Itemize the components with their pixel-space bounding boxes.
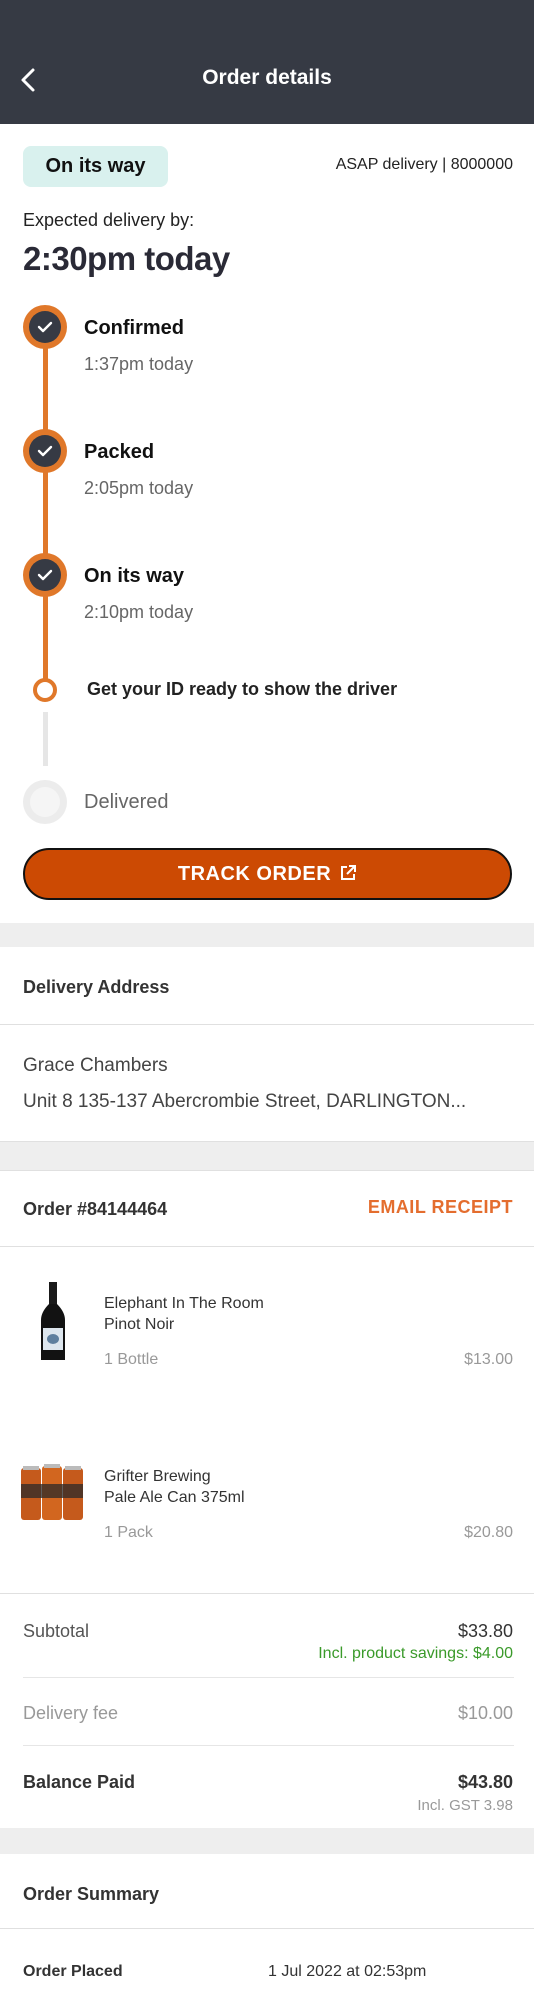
product-qty: 1 Bottle (104, 1351, 159, 1368)
beer-cans-image (21, 1464, 83, 1520)
divider (23, 1745, 514, 1746)
product-qty: 1 Pack (104, 1524, 153, 1541)
product-name-line: Pale Ale Can 375ml (104, 1489, 245, 1506)
expected-delivery-time: 2:30pm today (23, 240, 230, 277)
timeline-pending-line (43, 712, 48, 766)
step-confirmed-time: 1:37pm today (84, 354, 194, 374)
divider (23, 1677, 514, 1678)
product-price: $20.80 (464, 1524, 513, 1541)
delivery-recipient-name: Grace Chambers (23, 1055, 168, 1076)
external-link-icon (341, 865, 357, 880)
balance-paid-label: Balance Paid (23, 1772, 136, 1792)
order-placed-value: 1 Jul 2022 at 02:53pm (268, 1963, 427, 1980)
product-name: Elephant In The Room Pinot Noir (104, 1293, 404, 1335)
step-id-dot-icon (33, 678, 57, 702)
step-delivered-dot-icon (23, 780, 67, 824)
product-savings: Incl. product savings: $4.00 (318, 1645, 513, 1662)
step-on-its-way-time: 2:10pm today (84, 602, 194, 622)
step-confirmed-check-icon (23, 305, 67, 349)
gst-note: Incl. GST 3.98 (417, 1797, 513, 1814)
divider (0, 1246, 534, 1247)
track-order-button[interactable]: TRACK ORDER (23, 848, 512, 900)
step-delivered-title: Delivered (84, 791, 169, 813)
order-number: Order #84144464 (23, 1199, 168, 1219)
order-placed-label: Order Placed (23, 1963, 123, 1980)
step-packed-time: 2:05pm today (84, 478, 194, 498)
status-badge: On its way (23, 146, 168, 187)
divider (0, 1593, 534, 1594)
section-divider (0, 923, 534, 947)
product-price: $13.00 (464, 1351, 513, 1368)
page-title: Order details (202, 66, 332, 89)
section-divider (0, 1142, 534, 1170)
app-header: Order details (0, 0, 534, 124)
timeline-progress-line (43, 328, 48, 688)
track-order-label: TRACK ORDER (177, 863, 332, 885)
step-on-its-way-check-icon (23, 553, 67, 597)
order-summary-title: Order Summary (23, 1884, 160, 1904)
divider (0, 1170, 534, 1171)
delivery-address-title: Delivery Address (23, 977, 170, 997)
wine-bottle-image (41, 1282, 65, 1360)
id-ready-note: Get your ID ready to show the driver (87, 679, 398, 699)
email-receipt-button[interactable]: EMAIL RECEIPT (368, 1197, 513, 1218)
divider (0, 1024, 534, 1025)
delivery-fee-label: Delivery fee (23, 1703, 119, 1723)
balance-paid-value: $43.80 (457, 1772, 513, 1792)
delivery-fee-value: $10.00 (457, 1703, 513, 1723)
section-divider (0, 1828, 534, 1854)
subtotal-label: Subtotal (23, 1621, 90, 1641)
product-name-line: Pinot Noir (104, 1316, 175, 1333)
step-confirmed-title: Confirmed (84, 317, 184, 339)
step-on-its-way-title: On its way (84, 565, 185, 587)
expected-delivery-label: Expected delivery by: (23, 210, 195, 230)
delivery-meta: ASAP delivery | 8000000 (335, 156, 513, 173)
step-packed-title: Packed (84, 441, 155, 463)
divider (0, 1928, 534, 1929)
product-name: Grifter Brewing Pale Ale Can 375ml (104, 1466, 404, 1508)
product-name-line: Grifter Brewing (104, 1468, 211, 1485)
product-name-line: Elephant In The Room (104, 1295, 264, 1312)
step-packed-check-icon (23, 429, 67, 473)
subtotal-value: $33.80 (457, 1621, 513, 1641)
delivery-address-line: Unit 8 135-137 Abercrombie Street, DARLI… (23, 1091, 467, 1112)
